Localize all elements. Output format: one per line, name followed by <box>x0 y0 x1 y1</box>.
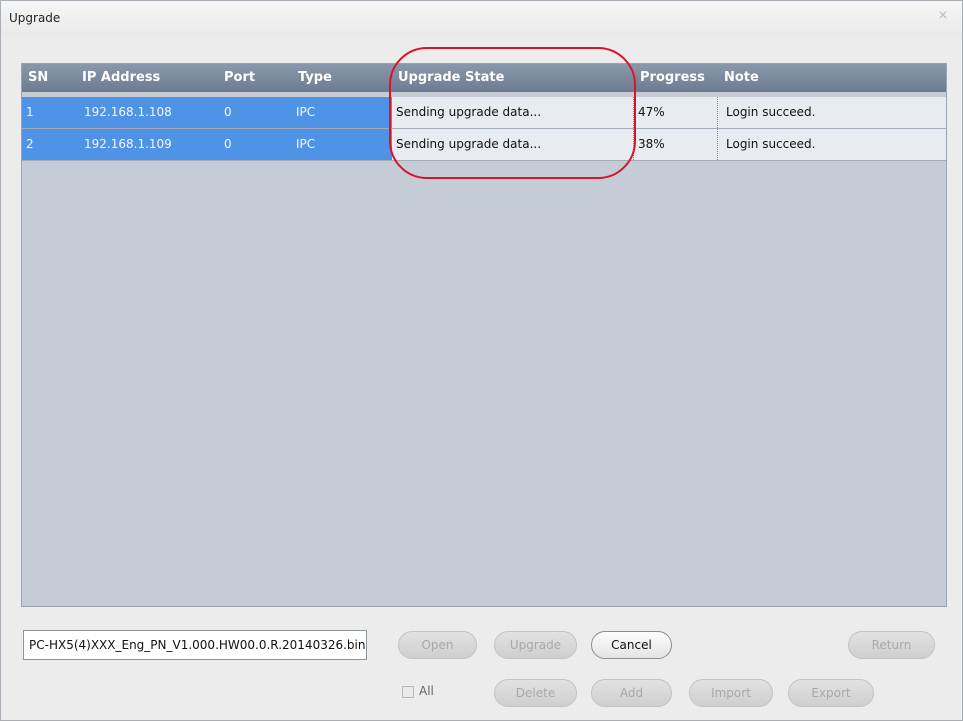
add-button[interactable]: Add <box>591 679 672 707</box>
cell-type: IPC <box>292 129 392 160</box>
cell-upgrade-state: Sending upgrade data... <box>392 129 634 160</box>
column-header-ip-address[interactable]: IP Address <box>82 64 160 92</box>
all-checkbox[interactable] <box>402 686 414 698</box>
cell-ip-address: 192.168.1.108 <box>76 97 220 128</box>
cell-note: Login succeed. <box>718 97 946 128</box>
cell-sn: 2 <box>22 129 76 160</box>
column-header-type[interactable]: Type <box>298 64 332 92</box>
cell-port: 0 <box>220 129 292 160</box>
open-button[interactable]: Open <box>398 631 477 659</box>
title-bar: Upgrade × <box>1 1 962 37</box>
import-button[interactable]: Import <box>689 679 773 707</box>
column-header-sn[interactable]: SN <box>28 64 48 92</box>
cell-progress: 38% <box>634 129 718 160</box>
delete-button[interactable]: Delete <box>494 679 577 707</box>
dialog-title: Upgrade <box>9 11 61 25</box>
table-row[interactable]: 2 192.168.1.109 0 IPC Sending upgrade da… <box>22 129 946 161</box>
column-header-upgrade-state[interactable]: Upgrade State <box>398 64 504 92</box>
close-icon[interactable]: × <box>936 9 950 23</box>
device-table: SN IP Address Port Type Upgrade State Pr… <box>21 63 947 607</box>
firmware-file-path-field[interactable]: PC-HX5(4)XXX_Eng_PN_V1.000.HW00.0.R.2014… <box>23 630 367 660</box>
all-checkbox-label: All <box>419 684 434 698</box>
cell-type: IPC <box>292 97 392 128</box>
table-row[interactable]: 1 192.168.1.108 0 IPC Sending upgrade da… <box>22 97 946 129</box>
cancel-button[interactable]: Cancel <box>591 631 672 659</box>
table-header: SN IP Address Port Type Upgrade State Pr… <box>22 64 946 92</box>
cell-progress: 47% <box>634 97 718 128</box>
return-button[interactable]: Return <box>848 631 935 659</box>
cell-sn: 1 <box>22 97 76 128</box>
column-header-port[interactable]: Port <box>224 64 255 92</box>
cell-ip-address: 192.168.1.109 <box>76 129 220 160</box>
column-header-progress[interactable]: Progress <box>640 64 705 92</box>
upgrade-button[interactable]: Upgrade <box>494 631 577 659</box>
export-button[interactable]: Export <box>788 679 874 707</box>
upgrade-dialog: Upgrade × SN IP Address Port Type Upgrad… <box>0 0 963 721</box>
cell-upgrade-state: Sending upgrade data... <box>392 97 634 128</box>
cell-port: 0 <box>220 97 292 128</box>
cell-note: Login succeed. <box>718 129 946 160</box>
column-header-note[interactable]: Note <box>724 64 759 92</box>
